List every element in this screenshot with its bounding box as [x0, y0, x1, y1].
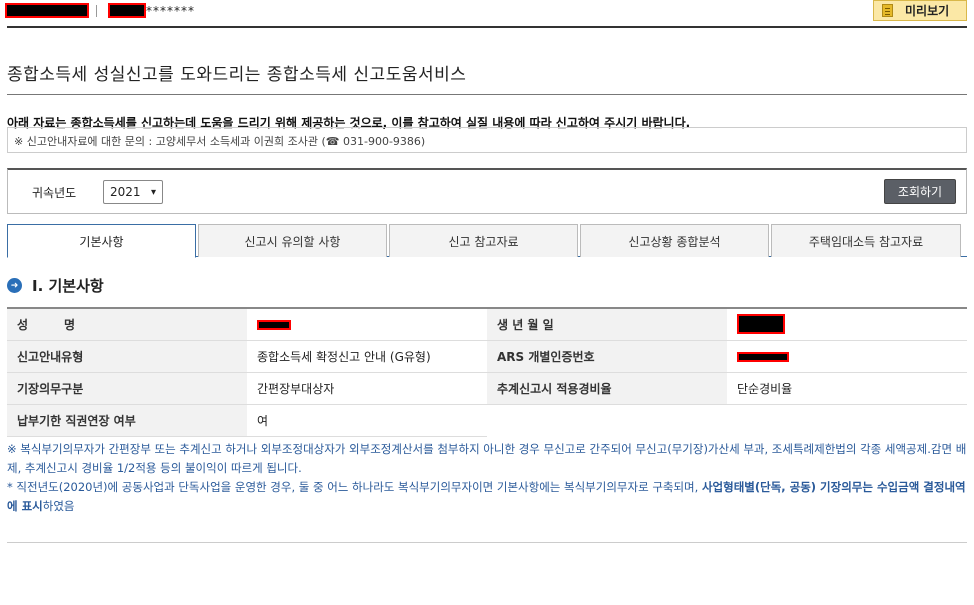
tab-reference[interactable]: 신고 참고자료 — [389, 224, 578, 257]
arrow-circle-icon: ➜ — [7, 278, 22, 293]
guide-type-label: 신고안내유형 — [7, 340, 247, 373]
section-heading: ➜ Ⅰ. 기본사항 — [7, 275, 104, 296]
preview-label: 미리보기 — [905, 4, 950, 18]
tab-bar: 기본사항 신고시 유의할 사항 신고 참고자료 신고상황 종합분석 주택임대소득… — [7, 224, 967, 258]
tab-label: 신고상황 종합분석 — [628, 234, 721, 249]
table-row: 기장의무구분 간편장부대상자 추계신고시 적용경비율 단순경비율 — [7, 372, 967, 405]
query-panel: 귀속년도 2021 ▾ 조회하기 — [7, 168, 967, 214]
top-divider — [7, 26, 967, 28]
expense-rate-value: 단순경비율 — [727, 372, 967, 405]
expense-rate-label: 추계신고시 적용경비율 — [487, 372, 727, 405]
tab-label: 주택임대소득 참고자료 — [808, 234, 924, 249]
empty-cell — [727, 404, 967, 436]
search-button[interactable]: 조회하기 — [884, 179, 956, 204]
inquiry-text: ※ 신고안내자료에 대한 문의 : 고양세무서 소득세과 이권희 조사관 (☎ … — [14, 135, 426, 148]
preview-button[interactable]: 미리보기 — [873, 0, 967, 21]
footnotes: ※ 복식부기의무자가 간편장부 또는 추계신고 하거나 외부조정대상자가 외부조… — [7, 440, 967, 516]
tab-housing-rental[interactable]: 주택임대소득 참고자료 — [771, 224, 961, 257]
table-row: 신고안내유형 종합소득세 확정신고 안내 (G유형) ARS 개별인증번호 — [7, 340, 967, 373]
footnote-2-tail: 하였음 — [42, 499, 75, 513]
footnote-1: ※ 복식부기의무자가 간편장부 또는 추계신고 하거나 외부조정대상자가 외부조… — [7, 442, 967, 475]
bottom-divider — [7, 542, 967, 543]
masked-id: ******* — [146, 4, 195, 18]
document-icon — [882, 4, 893, 17]
tab-label: 기본사항 — [79, 234, 124, 249]
bookkeeping-label: 기장의무구분 — [7, 372, 247, 405]
guide-type-value: 종합소득세 확정신고 안내 (G유형) — [247, 340, 487, 373]
chevron-down-icon: ▾ — [150, 186, 156, 198]
extension-value: 여 — [247, 404, 487, 437]
footnote-2-text: * 직전년도(2020년)에 공동사업과 단독사업을 운영한 경우, 둘 중 어… — [7, 480, 702, 494]
tab-cautions[interactable]: 신고시 유의할 사항 — [198, 224, 387, 257]
year-label: 귀속년도 — [32, 186, 77, 200]
redacted-ars — [737, 351, 789, 362]
redacted-user — [108, 3, 146, 18]
inquiry-box: ※ 신고안내자료에 대한 문의 : 고양세무서 소득세과 이권희 조사관 (☎ … — [7, 127, 967, 153]
page-title: 종합소득세 성실신고를 도와드리는 종합소득세 신고도움서비스 — [7, 65, 467, 85]
title-divider — [7, 94, 967, 95]
bookkeeping-value: 간편장부대상자 — [247, 372, 487, 405]
tab-label: 신고 참고자료 — [448, 234, 519, 249]
tab-basic-info[interactable]: 기본사항 — [7, 224, 196, 258]
redacted-agency — [5, 3, 89, 18]
footnote-2: * 직전년도(2020년)에 공동사업과 단독사업을 운영한 경우, 둘 중 어… — [7, 478, 967, 516]
tab-label: 신고시 유의할 사항 — [244, 234, 341, 249]
section-title: Ⅰ. 기본사항 — [32, 277, 104, 295]
ars-value — [727, 340, 967, 373]
basic-info-table: 성 명 생 년 월 일 신고안내유형 종합소득세 확정신고 안내 (G유형) A… — [7, 307, 967, 437]
name-value — [247, 308, 487, 341]
redacted-birth — [737, 314, 785, 335]
tab-analysis[interactable]: 신고상황 종합분석 — [580, 224, 769, 257]
top-bar: ******* 미리보기 — [0, 0, 974, 24]
year-select[interactable]: 2021 ▾ — [103, 180, 163, 204]
table-row: 납부기한 직권연장 여부 여 — [7, 404, 967, 437]
extension-label: 납부기한 직권연장 여부 — [7, 404, 247, 437]
table-row: 성 명 생 년 월 일 — [7, 308, 967, 341]
year-value: 2021 — [110, 185, 141, 199]
birth-label: 생 년 월 일 — [487, 308, 727, 341]
name-label: 성 명 — [7, 308, 247, 341]
top-separator — [96, 5, 97, 17]
redacted-name — [257, 319, 291, 330]
empty-cell — [487, 404, 727, 436]
birth-value — [727, 308, 967, 341]
ars-label: ARS 개별인증번호 — [487, 340, 727, 373]
